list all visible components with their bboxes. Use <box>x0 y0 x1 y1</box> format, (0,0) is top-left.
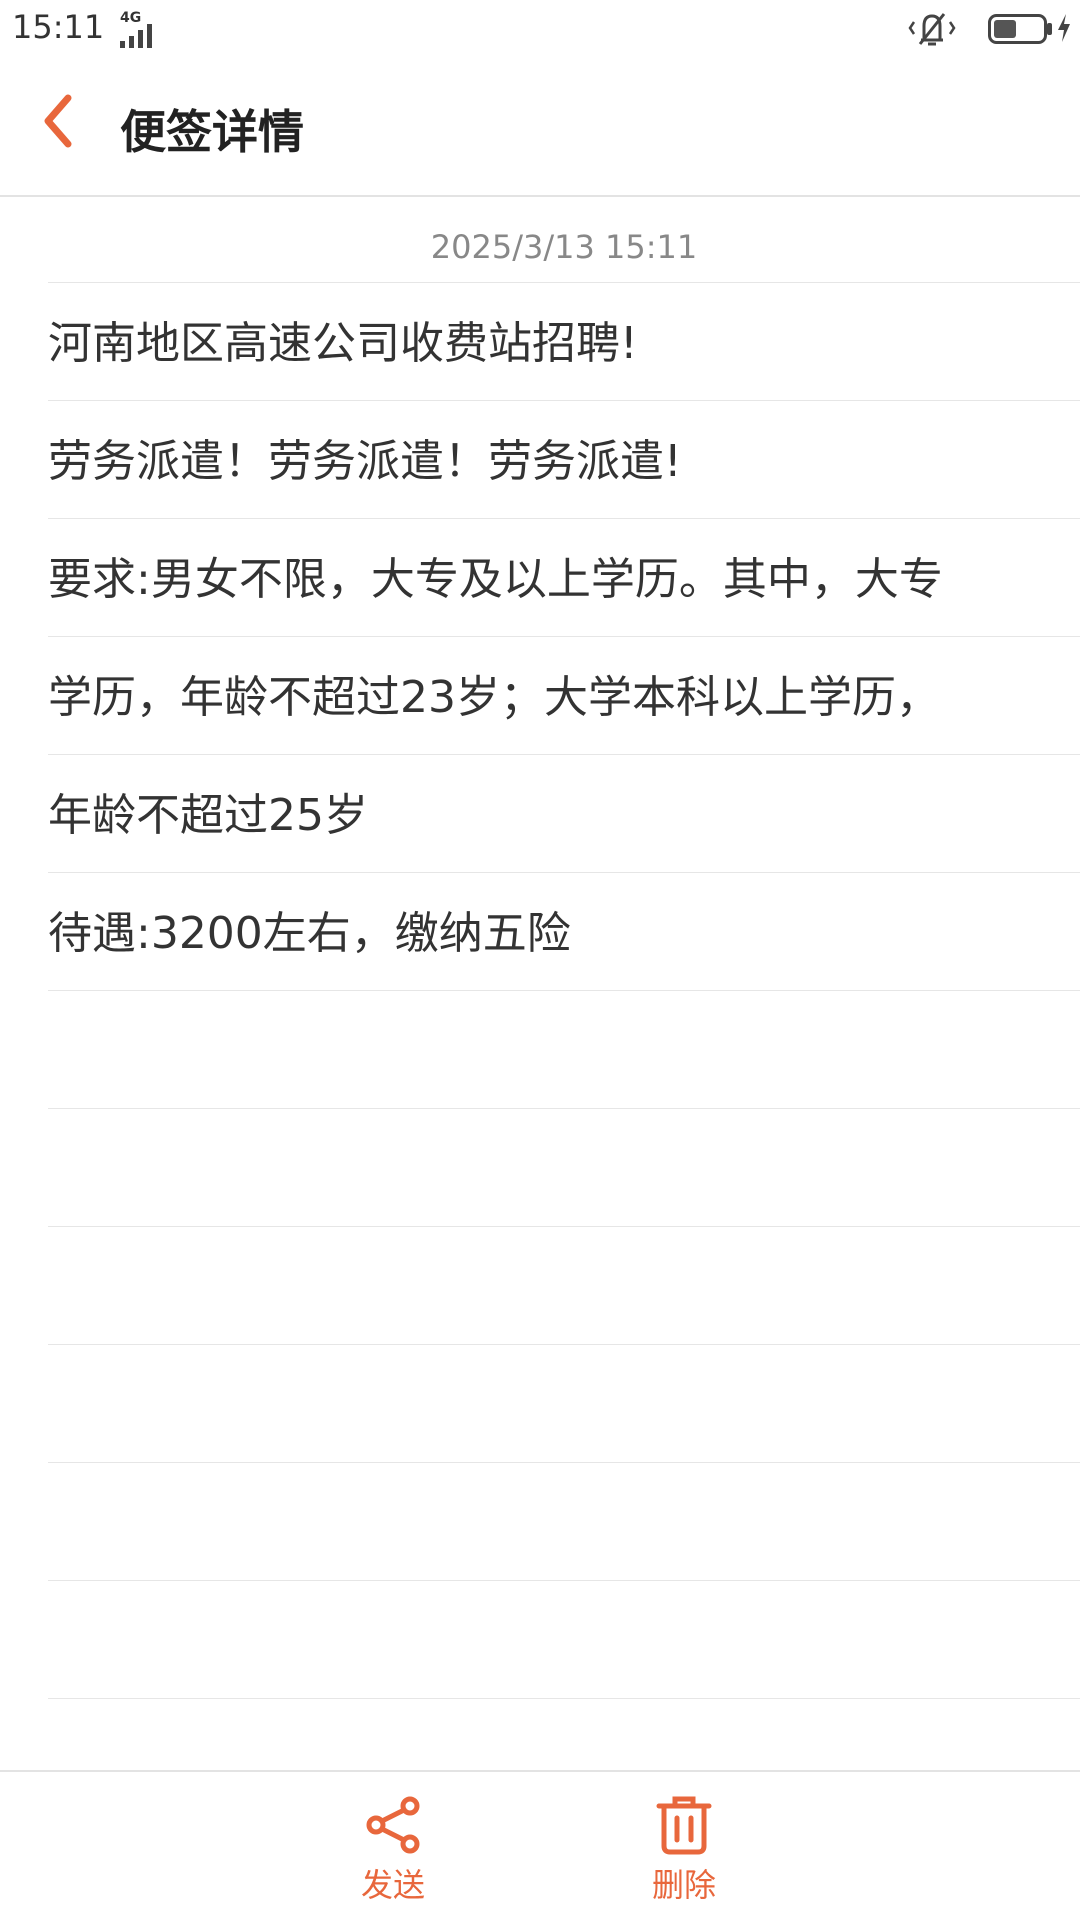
note-line[interactable]: 学历，年龄不超过23岁；大学本科以上学历， <box>48 636 1080 754</box>
status-bar: 15:11 4G <box>0 0 1080 56</box>
back-button[interactable] <box>30 86 90 156</box>
note-line-empty[interactable] <box>48 1226 1080 1344</box>
battery-icon <box>988 14 1052 44</box>
note-line-text: 河南地区高速公司收费站招聘! <box>48 318 638 369</box>
page-title: 便签详情 <box>120 105 304 159</box>
send-button[interactable]: 发送 <box>333 1794 453 1914</box>
note-line-empty[interactable] <box>48 1698 1080 1770</box>
note-line-empty[interactable] <box>48 1462 1080 1580</box>
note-line-text: 要求:男女不限，大专及以上学历。其中，大专 <box>48 554 943 605</box>
delete-label: 删除 <box>651 1866 716 1904</box>
trash-icon <box>656 1796 712 1855</box>
note-line[interactable]: 劳务派遣！劳务派遣！劳务派遣! <box>48 400 1080 518</box>
note-line-text: 待遇:3200左右，缴纳五险 <box>48 908 571 959</box>
note-line[interactable]: 年龄不超过25岁 <box>48 754 1080 872</box>
note-line-empty[interactable] <box>48 1580 1080 1698</box>
signal-icon: 4G <box>104 10 160 48</box>
note-line-text: 年龄不超过25岁 <box>48 790 368 841</box>
delete-button[interactable]: 删除 <box>624 1794 744 1914</box>
bottom-action-bar: 发送 删除 <box>0 1770 1080 1920</box>
note-line-empty[interactable] <box>48 990 1080 1108</box>
note-line[interactable]: 要求:男女不限，大专及以上学历。其中，大专 <box>48 518 1080 636</box>
app-header: 便签详情 <box>0 56 1080 197</box>
vibrate-icon <box>908 13 956 46</box>
share-icon <box>366 1796 420 1854</box>
send-label: 发送 <box>360 1866 425 1904</box>
status-time: 15:11 <box>12 8 105 46</box>
note-line-text: 劳务派遣！劳务派遣！劳务派遣! <box>48 436 682 487</box>
note-line-empty[interactable] <box>48 1344 1080 1462</box>
note-line[interactable]: 河南地区高速公司收费站招聘! <box>48 282 1080 400</box>
note-date: 2025/3/13 15:11 <box>430 228 698 266</box>
note-line[interactable]: 待遇:3200左右，缴纳五险 <box>48 872 1080 990</box>
note-line-text: 学历，年龄不超过23岁；大学本科以上学历， <box>48 672 940 723</box>
note-detail-screen: 15:11 4G 便签详情 2025/3/13 15:11 河南地区高速公司收费… <box>0 0 1080 1920</box>
charging-icon <box>1058 14 1070 42</box>
note-line-empty[interactable] <box>48 1108 1080 1226</box>
